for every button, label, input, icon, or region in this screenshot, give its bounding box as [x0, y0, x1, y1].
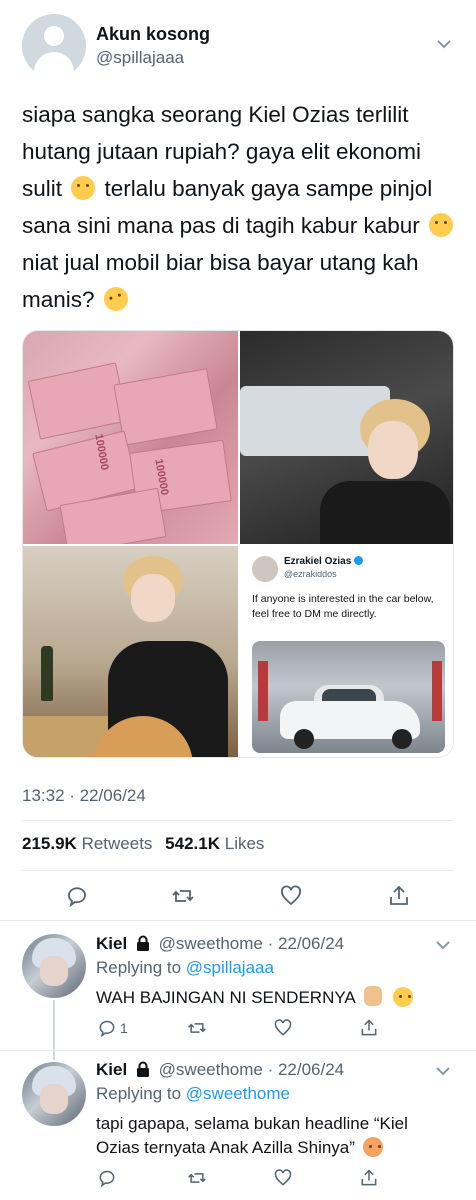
lock-icon: [136, 1061, 149, 1077]
like-icon[interactable]: [278, 884, 304, 908]
reply-count: 1: [120, 1020, 128, 1036]
thread-line: [53, 1000, 55, 1060]
display-name[interactable]: Akun kosong: [96, 24, 210, 45]
rofl-emoji: [100, 283, 132, 315]
avatar[interactable]: [22, 14, 86, 78]
media-grid: 100000 100000 Ezrakiel Ozias @ezrakiddos…: [22, 330, 454, 758]
retweet-icon[interactable]: [186, 1168, 208, 1188]
reply-display-name[interactable]: Kiel: [96, 934, 127, 953]
photo-dinner[interactable]: [23, 546, 238, 757]
divider: [0, 1050, 476, 1051]
share-icon[interactable]: [386, 884, 412, 908]
verified-icon: [354, 556, 364, 565]
angry-face-emoji: [362, 1137, 383, 1157]
reply-handle-time[interactable]: @sweethome · 22/06/24: [159, 1060, 344, 1079]
retweets-count[interactable]: 215.9K: [22, 834, 77, 853]
tweet-timestamp[interactable]: 13:32 · 22/06/24: [22, 786, 146, 806]
reply-avatar[interactable]: [22, 1062, 86, 1126]
divider: [0, 920, 476, 921]
reply-action-bar: 1: [96, 1018, 396, 1042]
reply-icon[interactable]: [96, 1168, 118, 1188]
replying-prefix: Replying to: [96, 1084, 182, 1103]
reply-text-body: tapi gapapa, selama bukan headline “Kiel…: [96, 1114, 408, 1157]
reply-header: Kiel @sweethome · 22/06/24: [96, 934, 344, 954]
reply-text-body: WAH BAJINGAN NI SENDERNYA: [96, 988, 355, 1007]
reply-action-bar: [96, 1168, 396, 1192]
embedded-tweet-screenshot[interactable]: Ezrakiel Ozias @ezrakiddos If anyone is …: [240, 546, 453, 757]
reply-icon[interactable]: [96, 1018, 118, 1038]
likes-label[interactable]: Likes: [225, 834, 265, 853]
steam-face-emoji: [393, 987, 414, 1007]
user-handle[interactable]: @spillajaaa: [96, 48, 184, 68]
replying-mention[interactable]: @spillajaaa: [186, 958, 274, 977]
replying-to: Replying to @spillajaaa: [96, 958, 274, 978]
likes-count[interactable]: 542.1K: [165, 834, 220, 853]
shushing-face-emoji: [71, 176, 96, 200]
reply-icon[interactable]: [64, 884, 90, 908]
photo-money-stacks[interactable]: 100000 100000: [23, 331, 238, 544]
reply-text: tapi gapapa, selama bukan headline “Kiel…: [96, 1112, 446, 1160]
embedded-handle: @ezrakiddos: [284, 569, 337, 579]
embedded-display-name: Ezrakiel Ozias: [284, 556, 352, 567]
lock-icon: [136, 935, 149, 951]
tweet-text: siapa sangka seorang Kiel Ozias terlilit…: [22, 96, 462, 318]
embedded-tweet-header: Ezrakiel Ozias @ezrakiddos: [252, 556, 452, 586]
divider: [22, 820, 454, 821]
retweets-label[interactable]: Retweets: [82, 834, 153, 853]
chevron-down-icon[interactable]: [436, 1066, 450, 1076]
photo-white-suv: [252, 641, 445, 753]
photo-car-interior[interactable]: [240, 331, 453, 544]
divider: [22, 870, 454, 871]
replying-to: Replying to @sweethome: [96, 1084, 290, 1104]
reply-header: Kiel @sweethome · 22/06/24: [96, 1060, 344, 1080]
like-icon[interactable]: [272, 1168, 294, 1188]
reply-avatar[interactable]: [22, 934, 86, 998]
tweet-stats: 215.9K Retweets 542.1K Likes: [22, 834, 272, 854]
replying-mention[interactable]: @sweethome: [186, 1084, 290, 1103]
share-icon[interactable]: [358, 1018, 380, 1038]
chevron-down-icon[interactable]: [436, 940, 450, 950]
avatar: [252, 556, 278, 582]
reply-text: WAH BAJINGAN NI SENDERNYA: [96, 986, 446, 1010]
reply-display-name[interactable]: Kiel: [96, 1060, 127, 1079]
chevron-down-icon[interactable]: [436, 38, 452, 50]
tweet-text-part-3: niat jual mobil biar bisa bayar utang ka…: [22, 250, 419, 312]
tweet-action-bar: [0, 874, 476, 918]
reply-handle-time[interactable]: @sweethome · 22/06/24: [159, 934, 344, 953]
steam-face-emoji: [429, 213, 454, 237]
middle-finger-emoji: [363, 986, 382, 1006]
retweet-icon[interactable]: [186, 1018, 208, 1038]
like-icon[interactable]: [272, 1018, 294, 1038]
share-icon[interactable]: [358, 1168, 380, 1188]
replying-prefix: Replying to: [96, 958, 182, 977]
embedded-tweet-text: If anyone is interested in the car below…: [252, 593, 434, 620]
tweet-header: Akun kosong @spillajaaa: [0, 0, 476, 90]
retweet-icon[interactable]: [170, 884, 196, 908]
